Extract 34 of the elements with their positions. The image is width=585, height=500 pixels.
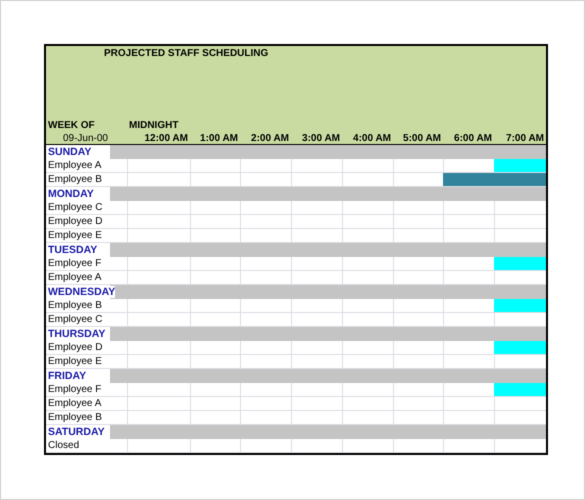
employee-label: Employee B	[47, 299, 103, 313]
hour-heading: 2:00 AM	[250, 133, 290, 144]
midnight-label: MIDNIGHT	[128, 120, 180, 131]
employee-label: Employee B	[47, 411, 103, 425]
employee-label: Employee C	[47, 201, 104, 215]
week-of-label: WEEK OF	[47, 120, 96, 131]
day-label: WEDNESDAY	[48, 286, 116, 298]
hour-heading: 3:00 AM	[301, 133, 341, 144]
week-date: 09-Jun-00	[62, 133, 109, 144]
employee-label: Employee E	[47, 229, 103, 243]
day-label: TUESDAY	[48, 244, 98, 256]
sheet-title: PROJECTED STAFF SCHEDULING	[104, 48, 268, 59]
day-label: THURSDAY	[48, 328, 106, 340]
hour-heading: 4:00 AM	[352, 133, 392, 144]
hour-heading: 12:00 AM	[143, 133, 189, 144]
employee-label: Employee D	[47, 341, 104, 355]
employee-label: Closed	[47, 439, 80, 453]
employee-label: Employee A	[47, 159, 102, 173]
hour-heading: 5:00 AM	[402, 133, 442, 144]
employee-label: Employee F	[47, 383, 102, 397]
hour-heading: 1:00 AM	[199, 133, 239, 144]
day-label: SATURDAY	[48, 426, 105, 438]
day-label: MONDAY	[48, 188, 94, 200]
employee-label: Employee A	[47, 271, 102, 285]
day-label: SUNDAY	[48, 146, 92, 158]
employee-label: Employee C	[47, 313, 104, 327]
employee-label: Employee D	[47, 215, 104, 229]
employee-label: Employee E	[47, 355, 103, 369]
employee-label: Employee F	[47, 257, 102, 271]
hour-heading: 7:00 AM	[505, 133, 545, 144]
day-label: FRIDAY	[48, 370, 86, 382]
hour-heading: 6:00 AM	[453, 133, 493, 144]
employee-label: Employee A	[47, 397, 102, 411]
employee-label: Employee B	[47, 173, 103, 187]
